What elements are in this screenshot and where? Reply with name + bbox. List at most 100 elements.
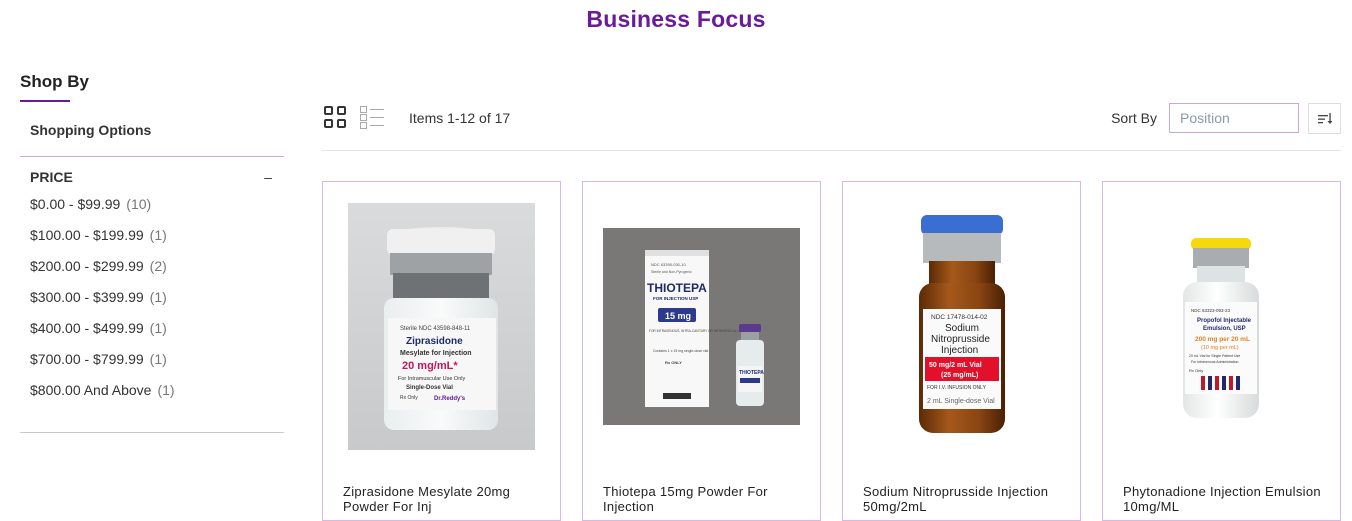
vial-label-text: Nitroprusside bbox=[931, 334, 990, 345]
price-range-link[interactable]: $100.00 - $199.99 bbox=[30, 227, 144, 243]
price-filter-item[interactable]: $100.00 - $199.99 (1) bbox=[30, 224, 274, 255]
list-square bbox=[360, 106, 367, 113]
vial-label-text: 2 mL Single-dose Vial bbox=[927, 398, 995, 405]
vial-label-text: Propofol Injectable bbox=[1197, 318, 1252, 324]
items-count: Items 1-12 of 17 bbox=[409, 110, 511, 126]
product-image[interactable]: NDC 17478-014-02 Sodium Nitroprusside In… bbox=[863, 202, 1060, 450]
vial-label-text: 20 mL Vial for Single Patient Use bbox=[1189, 354, 1240, 358]
grid-cell bbox=[337, 106, 346, 115]
grid-view-icon[interactable] bbox=[324, 106, 346, 128]
box-label-text: 15 mg bbox=[665, 311, 691, 321]
product-card[interactable]: NDC 63323-093-23 Propofol Injectable Emu… bbox=[1102, 181, 1341, 521]
vial-label-text: Sodium bbox=[945, 323, 979, 334]
vial-label-text: Rx Only bbox=[400, 395, 418, 401]
price-filter-list: $0.00 - $99.99 (10) $100.00 - $199.99 (1) … bbox=[20, 193, 284, 433]
box-label-text: FOR INJECTION USP bbox=[653, 296, 698, 301]
product-image[interactable]: Sterile NDC 43598-848-11 Ziprasidone Mes… bbox=[343, 202, 540, 450]
price-range-link[interactable]: $200.00 - $299.99 bbox=[30, 258, 144, 274]
list-square bbox=[360, 122, 367, 129]
vial-label-text: Injection bbox=[941, 345, 978, 356]
sort-by-label: Sort By bbox=[1111, 110, 1157, 126]
nitroprusside-vial-image: NDC 17478-014-02 Sodium Nitroprusside In… bbox=[863, 211, 1060, 441]
box-label-text: THIOTEPA bbox=[647, 281, 707, 295]
price-range-count: (2) bbox=[149, 258, 167, 274]
box-label-text: Contains 1 x 15 mg single-dose vial bbox=[653, 349, 708, 353]
price-filter-item[interactable]: $800.00 And Above (1) bbox=[30, 379, 274, 410]
shop-by-heading: Shop By bbox=[20, 72, 89, 102]
box-label-text: Rx ONLY bbox=[665, 360, 682, 365]
vial-label-text: Dr.Reddy's bbox=[434, 396, 466, 402]
product-card[interactable]: Sterile NDC 43598-848-11 Ziprasidone Mes… bbox=[322, 181, 561, 521]
product-name[interactable]: Sodium Nitroprusside Injection 50mg/2mL bbox=[863, 484, 1066, 514]
vial-label-text: Sterile NDC 43598-848-11 bbox=[400, 326, 471, 332]
product-grid: Sterile NDC 43598-848-11 Ziprasidone Mes… bbox=[322, 181, 1341, 521]
vial-label-text: NDC 17478-014-02 bbox=[931, 314, 988, 321]
price-filter-item[interactable]: $700.00 - $799.99 (1) bbox=[30, 348, 274, 379]
price-range-link[interactable]: $300.00 - $399.99 bbox=[30, 289, 144, 305]
vial-label-text: 200 mg per 20 mL bbox=[1195, 336, 1250, 343]
list-row bbox=[360, 106, 384, 113]
propofol-vial-image: NDC 63323-093-23 Propofol Injectable Emu… bbox=[1123, 226, 1320, 426]
vial-label-text: For Intravenous Administration bbox=[1191, 360, 1239, 364]
list-row bbox=[360, 114, 384, 121]
price-filter-item[interactable]: $300.00 - $399.99 (1) bbox=[30, 286, 274, 317]
listing-toolbar: Items 1-12 of 17 Sort By Position bbox=[322, 100, 1341, 151]
price-filter-item[interactable]: $400.00 - $499.99 (1) bbox=[30, 317, 274, 348]
grid-cell bbox=[324, 106, 333, 115]
price-range-link[interactable]: $800.00 And Above bbox=[30, 382, 151, 398]
grid-cell bbox=[337, 119, 346, 128]
box-label-text: FOR INTRAVENOUS, INTRA-CAVITARY OR INTRA… bbox=[649, 329, 744, 333]
price-range-count: (1) bbox=[149, 320, 167, 336]
list-line bbox=[370, 117, 384, 118]
price-range-count: (1) bbox=[149, 289, 167, 305]
price-range-link[interactable]: $0.00 - $99.99 bbox=[30, 196, 120, 212]
vial-label-text: For Intramuscular Use Only bbox=[398, 376, 465, 382]
ziprasidone-vial-image: Sterile NDC 43598-848-11 Ziprasidone Mes… bbox=[348, 202, 535, 450]
price-filter-item[interactable]: $0.00 - $99.99 (10) bbox=[30, 193, 274, 224]
grid-cell bbox=[324, 119, 333, 128]
vial-label-text: FOR I.V. INFUSION ONLY bbox=[927, 385, 987, 391]
price-range-count: (1) bbox=[149, 227, 167, 243]
shopping-options-heading: Shopping Options bbox=[20, 122, 284, 157]
price-filter-item[interactable]: $200.00 - $299.99 (2) bbox=[30, 255, 274, 286]
price-filter-header[interactable]: PRICE – bbox=[20, 157, 284, 193]
sort-direction-icon[interactable] bbox=[1308, 103, 1341, 134]
collapse-toggle-icon[interactable]: – bbox=[264, 169, 272, 185]
vial-label-text: Emulsion, USP bbox=[1203, 326, 1246, 332]
box-label-text: NDC 63395-030-10 bbox=[651, 262, 686, 267]
page-title: Business Focus bbox=[586, 6, 766, 32]
price-range-link[interactable]: $400.00 - $499.99 bbox=[30, 320, 144, 336]
vial-label-text: Rx Only bbox=[1189, 368, 1203, 373]
price-range-link[interactable]: $700.00 - $799.99 bbox=[30, 351, 144, 367]
price-filter-title: PRICE bbox=[30, 169, 73, 185]
thiotepa-box-image: NDC 63395-030-10 Sterile and Non-Pyrogen… bbox=[603, 227, 800, 425]
sort-direction-glyph bbox=[1317, 112, 1332, 124]
price-range-count: (1) bbox=[157, 382, 175, 398]
vial-label-text: Ziprasidone bbox=[406, 336, 463, 347]
list-row bbox=[360, 122, 384, 129]
sidebar: Shop By Shopping Options PRICE – $0.00 -… bbox=[20, 72, 284, 433]
vial-label-text: (10 mg per mL) bbox=[1201, 345, 1239, 351]
vial-label-text: NDC 63323-093-23 bbox=[1191, 308, 1231, 313]
price-range-count: (1) bbox=[149, 351, 167, 367]
product-card[interactable]: NDC 63395-030-10 Sterile and Non-Pyrogen… bbox=[582, 181, 821, 521]
product-card[interactable]: NDC 17478-014-02 Sodium Nitroprusside In… bbox=[842, 181, 1081, 521]
vial-label-text: 50 mg/2 mL Vial bbox=[929, 362, 982, 369]
list-square bbox=[360, 114, 367, 121]
price-range-count: (10) bbox=[126, 196, 152, 212]
list-line bbox=[370, 109, 384, 110]
product-name[interactable]: Thiotepa 15mg Powder For Injection bbox=[603, 484, 806, 514]
box-label-text: Sterile and Non-Pyrogenic bbox=[651, 270, 692, 274]
vial-label-text: 20 mg/mL* bbox=[402, 360, 458, 372]
box-label-text: THIOTEPA bbox=[739, 370, 764, 376]
product-image[interactable]: NDC 63323-093-23 Propofol Injectable Emu… bbox=[1123, 202, 1320, 450]
list-view-icon[interactable] bbox=[360, 106, 384, 129]
product-image[interactable]: NDC 63395-030-10 Sterile and Non-Pyrogen… bbox=[603, 202, 800, 450]
product-name[interactable]: Ziprasidone Mesylate 20mg Powder For Inj bbox=[343, 484, 546, 514]
vial-label-text: Mesylate for Injection bbox=[400, 350, 472, 357]
sort-by-select[interactable]: Position bbox=[1169, 103, 1299, 133]
vial-label-text: (25 mg/mL) bbox=[941, 372, 978, 379]
product-name[interactable]: Phytonadione Injection Emulsion 10mg/ML bbox=[1123, 484, 1326, 514]
list-line bbox=[370, 125, 384, 126]
vial-label-text: Single-Dose Vial bbox=[406, 385, 453, 391]
